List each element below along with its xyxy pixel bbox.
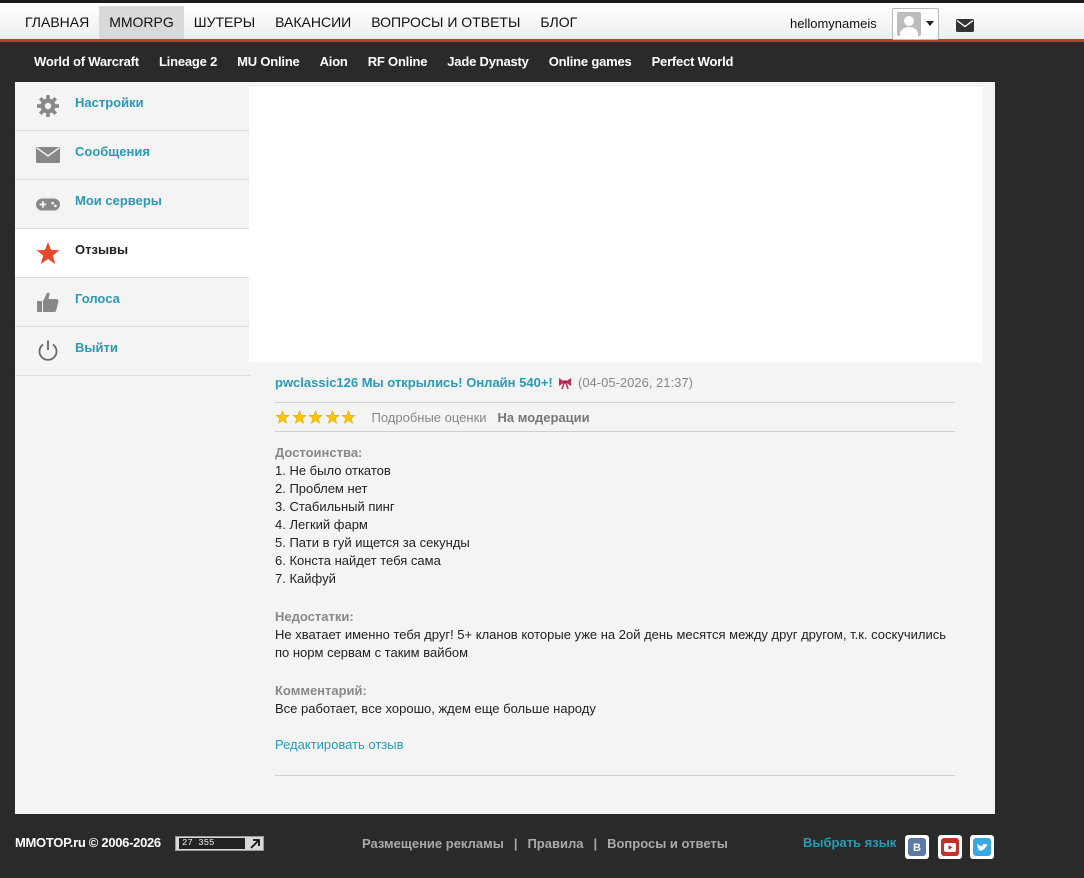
comment-text: Все работает, все хорошо, ждем еще больш… bbox=[275, 701, 596, 716]
pros-title: Достоинства: bbox=[275, 445, 363, 460]
game-link-perfect-world[interactable]: Perfect World bbox=[642, 42, 744, 82]
sidebar-item-label: Мои серверы bbox=[75, 193, 162, 208]
review-meta: Подробные оценки На модерации bbox=[275, 403, 955, 431]
user-menu-button[interactable] bbox=[892, 8, 939, 40]
avatar-icon bbox=[897, 12, 921, 36]
separator: | bbox=[593, 836, 598, 851]
detailed-ratings-link[interactable]: Подробные оценки bbox=[372, 410, 487, 425]
game-link-lineage2[interactable]: Lineage 2 bbox=[149, 42, 227, 82]
game-link-rf-online[interactable]: RF Online bbox=[358, 42, 438, 82]
top-navbar: ГЛАВНАЯ MMORPG ШУТЕРЫ ВАКАНСИИ ВОПРОСЫ И… bbox=[0, 0, 1084, 42]
sidebar-item-messages[interactable]: Сообщения bbox=[15, 131, 250, 180]
vk-button[interactable]: B bbox=[905, 835, 929, 859]
cons-text: Не хватает именно тебя друг! 5+ кланов к… bbox=[275, 626, 955, 662]
twitter-icon bbox=[973, 838, 991, 856]
rating-star-icon bbox=[324, 410, 340, 424]
sidebar-item-label: Сообщения bbox=[75, 144, 150, 159]
list-item: 4. Легкий фарм bbox=[275, 517, 368, 532]
game-link-jade-dynasty[interactable]: Jade Dynasty bbox=[437, 42, 538, 82]
nav-mmorpg[interactable]: MMORPG bbox=[99, 6, 184, 39]
pros-list: 1. Не было откатов 2. Проблем нет 3. Ста… bbox=[275, 462, 955, 588]
sidebar-item-settings[interactable]: Настройки bbox=[15, 82, 250, 131]
list-item: 6. Конста найдет тебя сама bbox=[275, 553, 441, 568]
footer-link-rules[interactable]: Правила bbox=[527, 836, 583, 851]
sidebar-item-label: Выйти bbox=[75, 340, 118, 355]
footer-link-advertising[interactable]: Размещение рекламы bbox=[362, 836, 504, 851]
sidebar-item-reviews[interactable]: Отзывы bbox=[15, 229, 250, 278]
language-selector[interactable]: Выбрать язык bbox=[803, 835, 896, 850]
nav-blog[interactable]: БЛОГ bbox=[530, 6, 587, 39]
game-link-online-games[interactable]: Online games bbox=[539, 42, 642, 82]
gear-icon bbox=[37, 95, 59, 117]
caret-down-icon bbox=[926, 21, 934, 26]
svg-text:B: B bbox=[913, 842, 921, 854]
sidebar-item-logout[interactable]: Выйти bbox=[15, 327, 250, 376]
review-card: pwclassic126 Мы открылись! Онлайн 540+! … bbox=[275, 374, 955, 776]
sidebar-item-my-servers[interactable]: Мои серверы bbox=[15, 180, 250, 229]
review-date: (04-05-2026, 21:37) bbox=[578, 375, 693, 390]
review-header: pwclassic126 Мы открылись! Онлайн 540+! … bbox=[275, 374, 955, 391]
divider bbox=[275, 775, 955, 776]
list-item: 3. Стабильный пинг bbox=[275, 499, 395, 514]
text-line: по норм сервам с таким вайбом bbox=[275, 645, 469, 660]
divider bbox=[275, 431, 955, 432]
footer-links: Размещение рекламы | Правила | Вопросы и… bbox=[362, 836, 728, 851]
status-badge: На модерации bbox=[497, 409, 590, 425]
thumbs-up-icon bbox=[37, 292, 59, 312]
nav-jobs[interactable]: ВАКАНСИИ bbox=[265, 6, 361, 39]
review-server-link[interactable]: pwclassic126 Мы открылись! Онлайн 540+! bbox=[275, 375, 553, 390]
main-nav: ГЛАВНАЯ MMORPG ШУТЕРЫ ВАКАНСИИ ВОПРОСЫ И… bbox=[15, 6, 587, 39]
sidebar-item-label: Настройки bbox=[75, 95, 144, 110]
envelope-icon bbox=[36, 147, 60, 163]
profile-sidebar: Настройки Сообщения Мои серверы Отзывы Г… bbox=[15, 82, 250, 376]
rating-star-icon bbox=[275, 410, 290, 424]
cons-title: Недостатки: bbox=[275, 609, 354, 624]
list-item: 7. Кайфуй bbox=[275, 571, 336, 586]
comment-title: Комментарий: bbox=[275, 683, 367, 698]
game-link-mu-online[interactable]: MU Online bbox=[227, 42, 309, 82]
power-icon bbox=[38, 340, 58, 361]
main-content: Настройки Сообщения Мои серверы Отзывы Г… bbox=[15, 82, 995, 814]
edit-review-link[interactable]: Редактировать отзыв bbox=[275, 736, 955, 754]
gamepad-icon bbox=[36, 198, 60, 211]
game-link-aion[interactable]: Aion bbox=[310, 42, 358, 82]
rating-star-icon bbox=[291, 410, 307, 424]
star-icon bbox=[36, 242, 60, 264]
sidebar-item-label: Голоса bbox=[75, 291, 120, 306]
nav-shooters[interactable]: ШУТЕРЫ bbox=[184, 6, 265, 39]
game-link-wow[interactable]: World of Warcraft bbox=[24, 42, 149, 82]
mail-icon[interactable] bbox=[956, 19, 974, 32]
rating-star-icon bbox=[308, 410, 323, 424]
bow-icon bbox=[559, 378, 572, 389]
vk-icon: B bbox=[908, 838, 926, 856]
copyright: MMOTOP.ru © 2006-2026 bbox=[15, 835, 161, 850]
youtube-button[interactable] bbox=[938, 835, 962, 859]
twitter-button[interactable] bbox=[970, 835, 994, 859]
list-item: 2. Проблем нет bbox=[275, 481, 368, 496]
counter-value: 27 355 bbox=[179, 838, 245, 849]
nav-home[interactable]: ГЛАВНАЯ bbox=[15, 6, 99, 39]
list-item: 1. Не было откатов bbox=[275, 463, 391, 478]
separator: | bbox=[513, 836, 518, 851]
text-line: Не хватает именно тебя друг! 5+ кланов к… bbox=[275, 627, 946, 642]
rating-star-icon bbox=[341, 410, 356, 424]
list-item: 5. Пати в гуй ищется за секунды bbox=[275, 535, 470, 550]
nav-faq[interactable]: ВОПРОСЫ И ОТВЕТЫ bbox=[361, 6, 530, 39]
sidebar-item-votes[interactable]: Голоса bbox=[15, 278, 250, 327]
youtube-icon bbox=[941, 838, 959, 856]
ad-banner-placeholder bbox=[249, 87, 982, 362]
username[interactable]: hellomynameis bbox=[790, 16, 877, 31]
game-nav: World of Warcraft Lineage 2 MU Online Ai… bbox=[24, 42, 743, 82]
sidebar-item-label: Отзывы bbox=[75, 242, 129, 257]
game-navbar: World of Warcraft Lineage 2 MU Online Ai… bbox=[0, 42, 1084, 82]
footer-link-faq[interactable]: Вопросы и ответы bbox=[607, 836, 728, 851]
rating-stars bbox=[275, 410, 358, 424]
visit-counter[interactable]: 27 355 bbox=[175, 836, 264, 851]
arrow-up-right-icon bbox=[250, 839, 260, 849]
